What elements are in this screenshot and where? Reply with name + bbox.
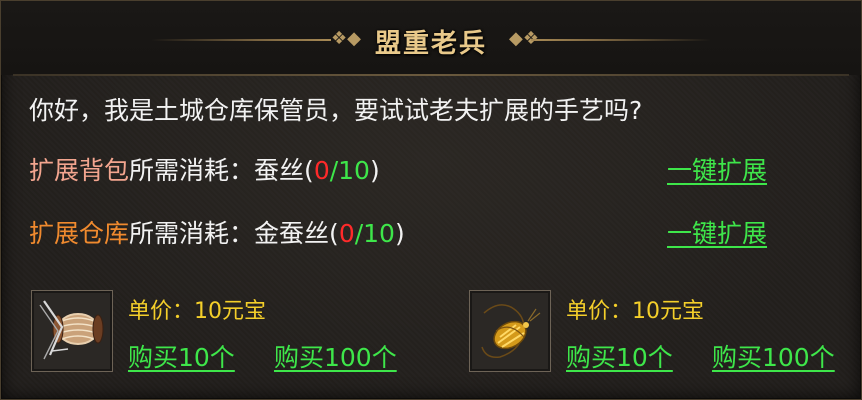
npc-dialog-panel: ❖◆ 盟重老兵 ◆❖ 你好，我是土城仓库保管员，要试试老夫扩展的手艺吗? 扩展背…: [0, 0, 862, 400]
silk-spool-icon: [39, 300, 104, 360]
title-bar: ❖◆ 盟重老兵 ◆❖: [1, 1, 861, 75]
golden-silkworm-icon: [481, 304, 541, 359]
expand-warehouse-row: 扩展仓库所需消耗：金蚕丝(0/10): [29, 214, 405, 250]
close-paren: ): [394, 219, 405, 248]
close-paren: ): [369, 156, 380, 185]
title-divider-right: [531, 39, 711, 41]
npc-greeting: 你好，我是土城仓库保管员，要试试老夫扩展的手艺吗?: [29, 96, 643, 125]
open-paren: (: [329, 219, 339, 248]
buy-silk-10-button[interactable]: 购买10个: [128, 338, 235, 374]
material-count-current: 0: [313, 156, 330, 185]
material-name: 金蚕丝: [254, 219, 330, 248]
header-divider: [13, 74, 849, 76]
buy-golden-silk-100-button[interactable]: 购买100个: [712, 338, 835, 374]
cost-prefix: 所需消耗：: [129, 219, 255, 248]
expand-bag-row: 扩展背包所需消耗：蚕丝(0/10): [29, 151, 380, 187]
buy-golden-silk-10-button[interactable]: 购买10个: [566, 338, 673, 374]
expand-warehouse-label: 扩展仓库: [29, 219, 130, 248]
silk-item-slot[interactable]: [31, 290, 113, 372]
expand-warehouse-button[interactable]: 一键扩展: [667, 214, 767, 250]
material-count-total: /10: [329, 156, 370, 185]
expand-bag-label: 扩展背包: [29, 156, 130, 185]
material-count-total: /10: [354, 219, 395, 248]
expand-bag-button[interactable]: 一键扩展: [667, 151, 767, 187]
open-paren: (: [304, 156, 314, 185]
material-count-current: 0: [338, 219, 355, 248]
material-name: 蚕丝: [254, 156, 305, 185]
silk-unit-price: 单价：10元宝: [128, 299, 266, 324]
golden-silk-unit-price: 单价：10元宝: [566, 299, 704, 324]
buy-silk-100-button[interactable]: 购买100个: [274, 338, 397, 374]
dialog-title: 盟重老兵: [374, 29, 487, 59]
golden-silk-item-slot[interactable]: [469, 290, 551, 372]
cost-prefix: 所需消耗：: [129, 156, 255, 185]
